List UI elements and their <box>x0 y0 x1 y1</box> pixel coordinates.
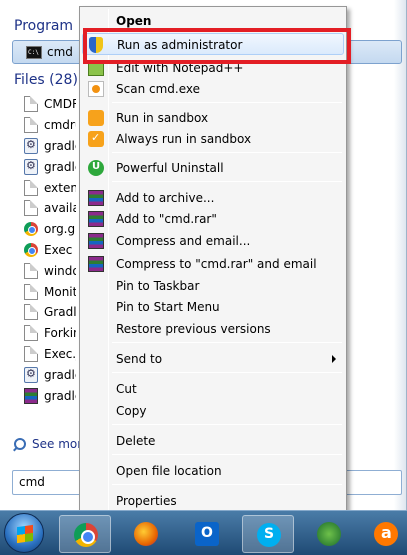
list-item[interactable]: CMDR <box>24 94 76 115</box>
document-icon <box>24 117 38 134</box>
winrar-icon <box>88 211 104 227</box>
list-item[interactable]: gradle <box>24 364 76 385</box>
taskbar-skype[interactable] <box>242 515 294 553</box>
menu-item-properties[interactable]: Properties <box>82 490 344 512</box>
menu-item-pin-taskbar[interactable]: Pin to Taskbar <box>82 275 344 297</box>
list-item[interactable]: windo <box>24 260 76 281</box>
taskbar-idm[interactable] <box>303 515 355 553</box>
menu-item-add-archive[interactable]: Add to archive... <box>82 187 344 209</box>
avast-scan-icon <box>88 81 104 97</box>
winrar-icon <box>88 190 104 206</box>
document-icon <box>24 179 38 196</box>
taskbar-firefox[interactable] <box>120 515 172 553</box>
chrome-icon <box>24 222 38 237</box>
chrome-icon <box>24 242 38 257</box>
document-icon <box>24 96 38 113</box>
list-item[interactable]: availab <box>24 198 76 219</box>
context-menu: Open Run as administrator Edit with Note… <box>79 6 347 519</box>
menu-item-powerful-uninstall[interactable]: Powerful Uninstall <box>82 157 344 179</box>
cmd-icon <box>26 46 42 59</box>
winrar-icon <box>24 387 38 404</box>
uninstall-icon <box>88 160 104 176</box>
menu-separator <box>112 484 342 485</box>
list-item[interactable]: Exec <box>24 240 76 261</box>
gear-file-icon <box>24 366 38 383</box>
sandbox-check-icon <box>88 131 104 147</box>
menu-item-cut[interactable]: Cut <box>82 378 344 400</box>
list-item[interactable]: Gradle <box>24 302 76 323</box>
sandbox-icon <box>88 110 104 126</box>
see-more-link[interactable]: See more <box>14 437 89 451</box>
chrome-icon <box>74 523 98 547</box>
firefox-icon <box>134 522 158 546</box>
submenu-arrow-icon <box>332 355 336 363</box>
taskbar-avast[interactable] <box>360 515 406 553</box>
document-icon <box>24 345 38 362</box>
list-item[interactable]: Monit <box>24 281 76 302</box>
list-item[interactable]: cmdru <box>24 115 76 136</box>
document-icon <box>24 283 38 300</box>
program-item-label: cmd <box>47 45 73 59</box>
gear-file-icon <box>24 158 38 175</box>
highlight-annotation-box <box>83 28 351 64</box>
files-header: Files (28) <box>14 72 78 88</box>
winrar-icon <box>88 233 104 249</box>
programs-header: Program <box>14 18 74 34</box>
gear-file-icon <box>24 137 38 154</box>
list-item[interactable]: Forkin <box>24 323 76 344</box>
menu-separator <box>112 424 342 425</box>
menu-item-open-location[interactable]: Open file location <box>82 460 344 482</box>
taskbar <box>0 510 407 555</box>
document-icon <box>24 304 38 321</box>
list-item[interactable]: Exec.ja <box>24 344 76 365</box>
document-icon <box>24 262 38 279</box>
menu-item-copy[interactable]: Copy <box>82 400 344 422</box>
menu-separator <box>112 152 342 153</box>
document-icon <box>24 200 38 217</box>
document-icon <box>24 325 38 342</box>
menu-separator <box>112 372 342 373</box>
idm-icon <box>317 522 341 546</box>
menu-separator <box>112 342 342 343</box>
taskbar-chrome[interactable] <box>59 515 111 553</box>
start-button[interactable] <box>4 513 44 553</box>
menu-item-compress-email[interactable]: Compress and email... <box>82 230 344 252</box>
list-item[interactable]: org.gr <box>24 219 76 240</box>
list-item[interactable]: extens <box>24 177 76 198</box>
menu-item-always-sandbox[interactable]: Always run in sandbox <box>82 128 344 150</box>
menu-separator <box>112 102 342 103</box>
menu-item-pin-start[interactable]: Pin to Start Menu <box>82 296 344 318</box>
file-list: CMDR cmdru gradle gradle extens availab … <box>24 94 76 406</box>
winrar-icon <box>88 256 104 272</box>
menu-item-restore-versions[interactable]: Restore previous versions <box>82 318 344 340</box>
skype-icon <box>257 523 281 547</box>
menu-item-run-sandbox[interactable]: Run in sandbox <box>82 107 344 129</box>
avast-icon <box>374 522 398 546</box>
menu-item-delete[interactable]: Delete <box>82 430 344 452</box>
menu-separator <box>112 181 342 182</box>
menu-separator <box>112 454 342 455</box>
taskbar-outlook[interactable] <box>181 515 233 553</box>
list-item[interactable]: gradle <box>24 136 76 157</box>
menu-item-add-rar[interactable]: Add to "cmd.rar" <box>82 208 344 230</box>
search-icon <box>14 438 26 450</box>
outlook-icon <box>195 522 219 546</box>
menu-item-scan[interactable]: Scan cmd.exe <box>82 78 344 100</box>
list-item[interactable]: gradle <box>24 385 76 406</box>
list-item[interactable]: gradle <box>24 156 76 177</box>
menu-item-compress-rar-email[interactable]: Compress to "cmd.rar" and email <box>82 253 344 275</box>
menu-item-send-to[interactable]: Send to <box>82 348 344 370</box>
